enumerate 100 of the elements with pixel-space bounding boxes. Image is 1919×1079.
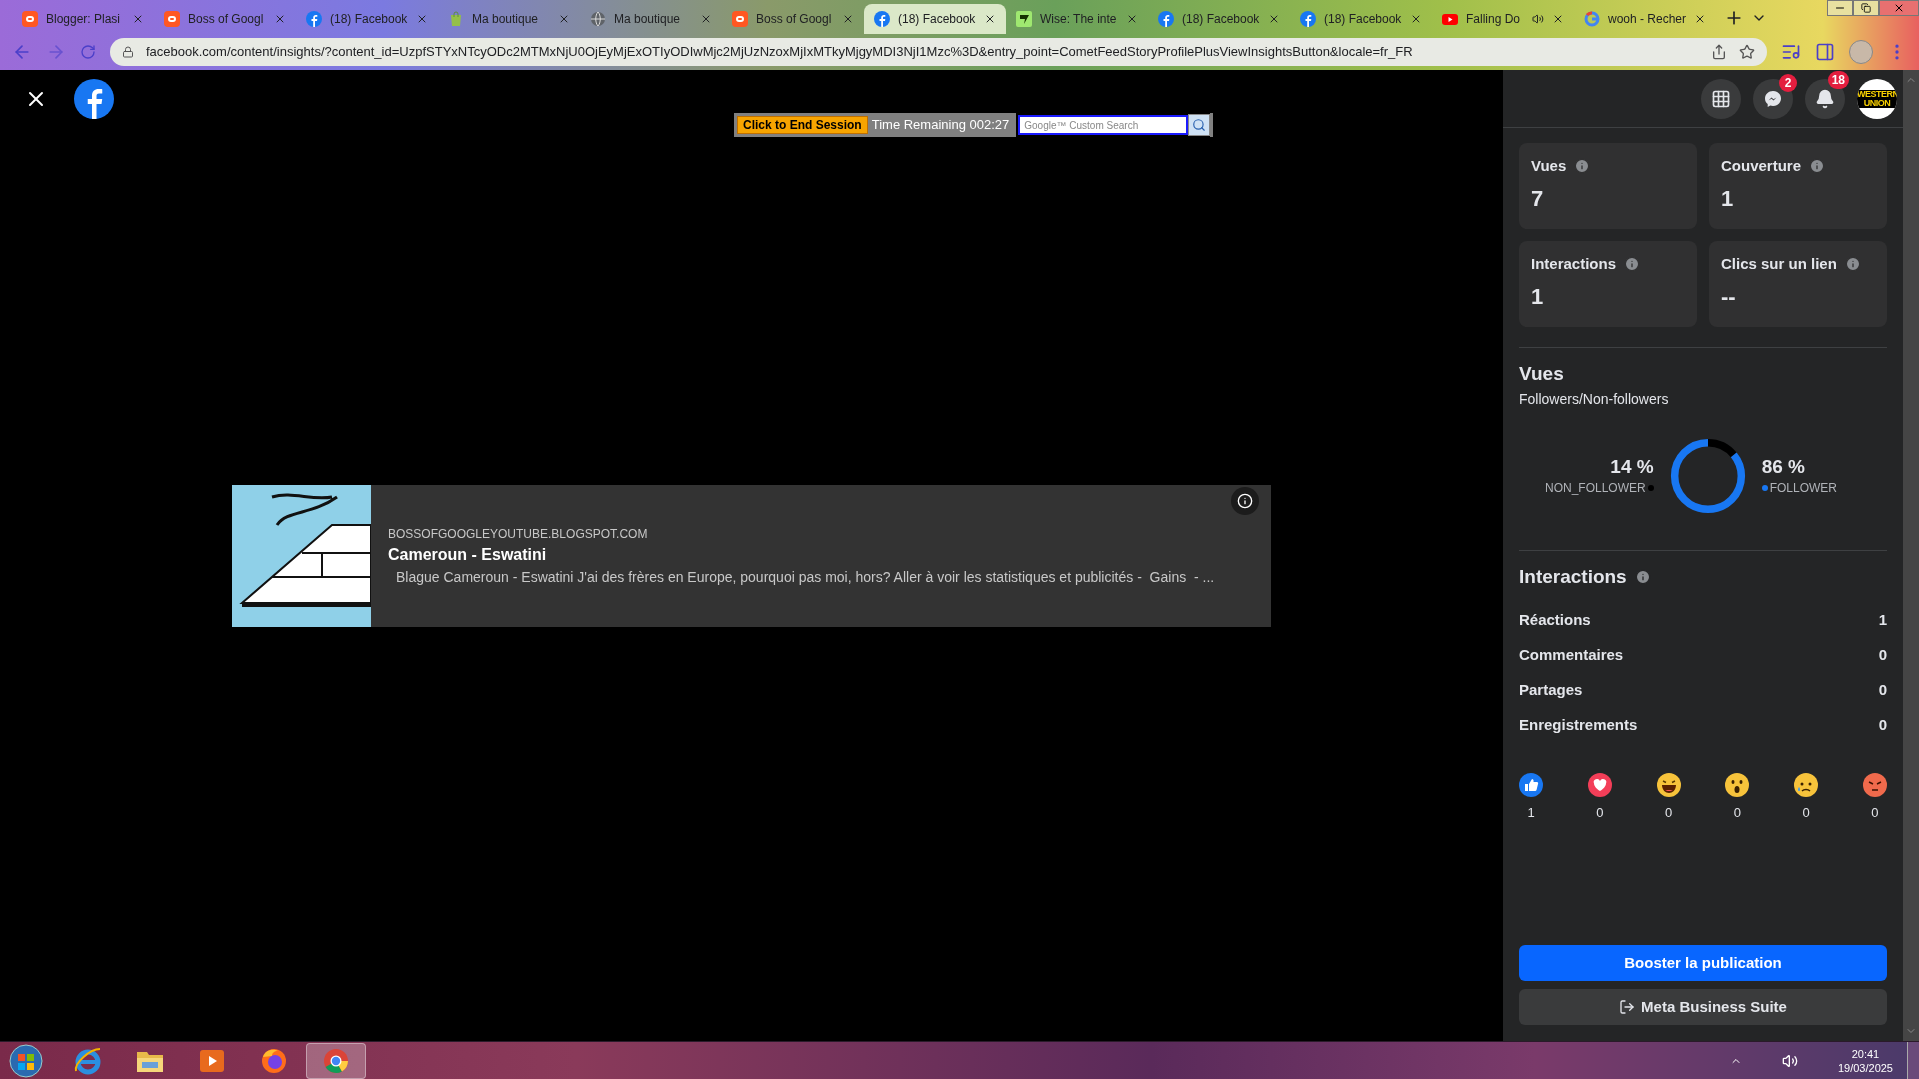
angry-emoji-icon [1863,773,1887,797]
close-icon[interactable] [1694,13,1706,25]
boost-post-button[interactable]: Booster la publication [1519,945,1887,981]
business-suite-button[interactable]: Meta Business Suite [1519,989,1887,1025]
search-button[interactable] [1188,114,1211,136]
browser-tab[interactable]: wooh - Recher [1574,4,1716,34]
end-session-button[interactable]: Click to End Session [737,116,868,134]
close-icon[interactable] [984,13,996,25]
browser-tab[interactable]: (18) Facebook [864,4,1006,34]
interaction-label: Partages [1519,680,1583,701]
browser-tab[interactable]: (18) Facebook [296,4,438,34]
info-icon[interactable] [1634,568,1651,585]
percentage-value: 14 % [1610,454,1654,479]
side-panel-icon[interactable] [1815,42,1835,62]
tab-title: Falling Do [1466,11,1522,28]
browser-tab[interactable]: (18) Facebook [1148,4,1290,34]
tab-title: (18) Facebook [330,11,408,28]
share-icon[interactable] [1711,44,1727,60]
info-icon[interactable] [1809,158,1826,175]
laughing-emoji-icon [1656,773,1681,797]
show-desktop-button[interactable] [1907,1042,1919,1079]
browser-tab[interactable]: (18) Facebook [1290,4,1432,34]
globe-icon [590,11,606,27]
percentage-value: 86 % [1761,454,1805,479]
messenger-icon [1763,88,1783,109]
exit-icon [1619,999,1636,1015]
tab-title: (18) Facebook [1182,11,1260,28]
browser-tab[interactable]: Falling Do [1432,4,1574,34]
search-field[interactable]: Google™ Custom Search [1018,115,1189,135]
tab-title: (18) Facebook [1324,11,1402,28]
info-icon[interactable] [1624,256,1641,273]
info-icon[interactable] [1574,158,1591,175]
tab-title: Wise: The inte [1040,11,1118,28]
metric-value: 1 [1721,184,1735,213]
browser-tab[interactable]: Boss of Googl [154,4,296,34]
reaction-count: 0 [1802,804,1810,822]
clock-date: 19/03/2025 [1837,1060,1893,1075]
taskbar-app[interactable] [306,1042,366,1079]
start-button[interactable] [8,1042,44,1079]
time-remaining: Time Remaining 002:27 [871,116,1011,135]
close-icon[interactable] [1552,13,1564,25]
url-text: facebook.com/content/insights/?content_id=UzpfSTYxNTcyODc2MTMxNjU0OjEyMjExOTIyODIwMjc2MjUzNzoxMjIxMTkyMjgyMDI3NjI1Mzc%3D&entry_point=CometFeedStoryProfilePlusViewInsightsButton&locale=fr_FR [146,43,1414,62]
close-icon [1893,2,1905,14]
metric-label: Vues [1531,156,1567,176]
info-icon [1237,493,1253,509]
restore-icon [1861,3,1871,13]
address-bar[interactable]: facebook.com/content/insights/?content_id=UzpfSTYxNTcyODc2MTMxNjU0OjEyMjExOTIyODIwMjc2MjUzNzoxMjIxMTkyMjgyMDI3NjI1Mzc%3D&entry_point=CometFeedStoryProfilePlusViewInsightsButton&locale=fr_FR [110,38,1767,66]
facebook-icon [1158,11,1174,27]
tab-title: Boss of Googl [188,11,265,28]
metric-label: Couverture [1721,156,1802,176]
notification-badge: 2 [1779,73,1797,92]
search-icon [1192,118,1207,132]
bookmark-star-icon[interactable] [1739,44,1755,60]
close-icon[interactable] [1268,13,1280,25]
browser-tab[interactable]: Boss of Googl [722,4,864,34]
tab-title: Blogger: Plasi [46,11,122,28]
menu-grid-button[interactable] [1701,78,1741,119]
blogger-icon [732,11,748,27]
tab-title: Ma boutique [614,11,682,28]
info-icon[interactable] [1844,256,1861,273]
surprised-emoji-icon [1725,773,1750,797]
bell-icon [1815,88,1835,109]
google-icon [1584,11,1600,27]
messenger-button[interactable] [1753,78,1793,119]
interaction-label: Commentaires [1519,645,1624,666]
legend-label: FOLLOWER [1769,479,1837,497]
browser-tab[interactable]: Wise: The inte [1006,4,1148,34]
tab-title: wooh - Recher [1608,11,1686,28]
metric-value: 1 [1531,282,1545,311]
restore-button[interactable] [1853,0,1879,16]
interaction-count: 0 [1878,645,1887,666]
wise-icon [1016,11,1032,27]
reaction-count: 0 [1664,804,1673,822]
metric-label: Interactions [1531,254,1617,274]
link-preview-card[interactable]: BOSSOFGOOGLEYOUTUBE.BLOGSPOT.COM Cameroun - Eswatini Blague Cameroun - Eswatini J'ai des frères en Europe, pourquoi pas moi, hors? Aller à voir les statistiques et publicités - Gains - ... [232,485,1271,627]
interaction-count: 1 [1878,610,1887,631]
browser-tab[interactable]: Blogger: Plasi [12,4,154,34]
facebook-icon [306,11,322,27]
info-button[interactable] [1231,487,1259,515]
blogger-icon [22,11,38,27]
lock-icon [122,46,134,58]
facebook-icon [1300,11,1316,27]
facebook-logo[interactable] [74,79,114,119]
notification-badge: 18 [1827,70,1849,89]
link-title: Cameroun - Eswatini [388,544,548,565]
interaction-label: Réactions [1519,610,1591,631]
interaction-label: Enregistrements [1519,715,1638,736]
close-icon[interactable] [1410,13,1422,25]
interaction-count: 0 [1878,715,1887,736]
media-control-icon[interactable] [1781,42,1801,62]
metric-value: 7 [1531,184,1545,213]
browser-tab[interactable]: Ma boutique [438,4,580,34]
volume-icon[interactable] [1781,1052,1798,1069]
blogger-icon [164,11,180,27]
metric-value: -- [1721,282,1737,311]
legend-label: NON_FOLLOWER [1545,479,1646,497]
close-icon[interactable] [1126,13,1138,25]
minimize-button[interactable] [1827,0,1853,16]
browser-tab[interactable]: Ma boutique [580,4,722,34]
reaction-count: 0 [1733,804,1741,822]
